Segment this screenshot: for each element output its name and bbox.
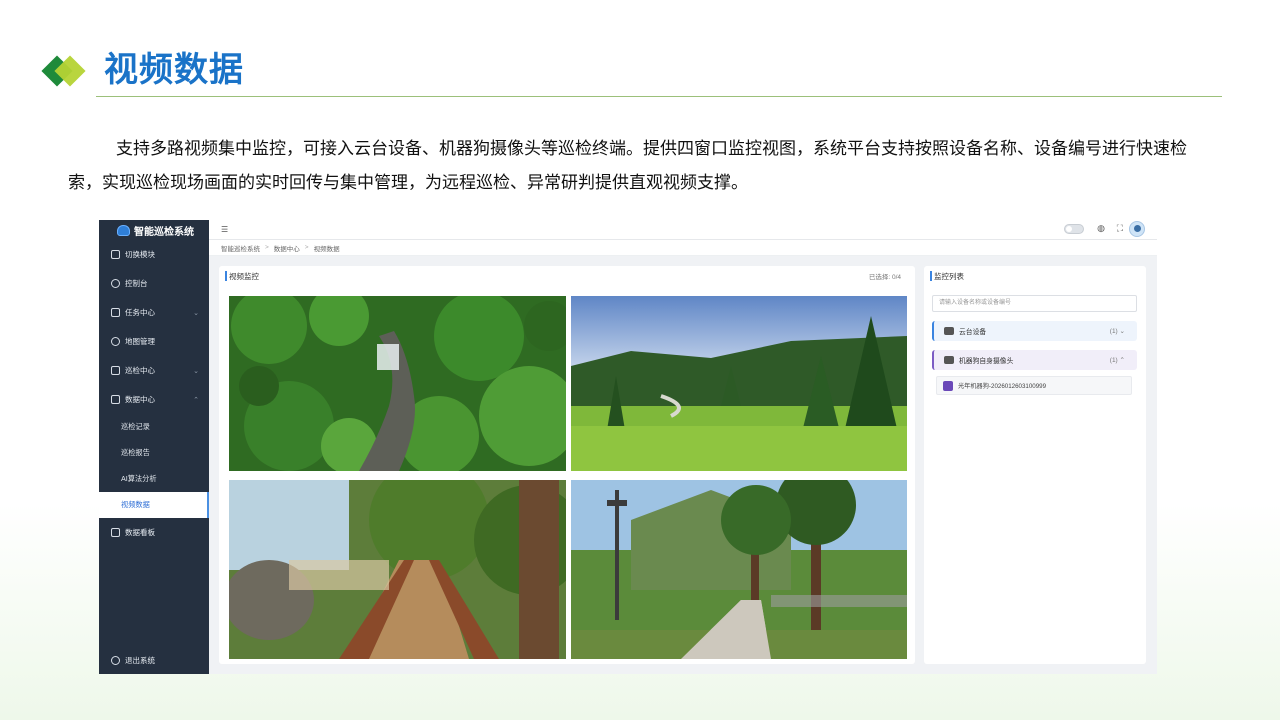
data-icon [111, 395, 120, 404]
camera-icon [944, 327, 954, 335]
group-robot-dog-cameras[interactable]: 机器狗自身摄像头 (1) ⌃ [932, 350, 1137, 370]
sidebar: 智能巡检系统 切换模块 控制台 任务中心 ⌄ 地图管理 巡检中心 ⌄ 数据中心 … [99, 220, 209, 674]
breadcrumb-separator: > [304, 244, 309, 251]
monitor-list-panel: 监控列表 请输入设备名称或设备编号 云台设备 (1) ⌄ 机器狗自身摄像头 (1… [924, 266, 1146, 664]
sidebar-item-map[interactable]: 地图管理 [99, 327, 209, 356]
breadcrumb-separator: > [265, 244, 269, 251]
brand: 智能巡检系统 [99, 220, 209, 240]
fullscreen-icon[interactable]: ⛶ [1117, 223, 1123, 234]
selected-count: 已选择: 0/4 [868, 274, 901, 281]
sidebar-item-label: 任务中心 [125, 308, 155, 317]
avatar[interactable] [1129, 221, 1145, 237]
menu-toggle-icon[interactable]: ☰ [221, 225, 228, 234]
video-feed-3[interactable] [229, 480, 566, 659]
globe-icon[interactable]: ◍ [1097, 223, 1105, 234]
breadcrumb-item[interactable]: 数据中心 [274, 243, 300, 253]
board-icon [111, 528, 120, 537]
logout-label: 退出系统 [125, 656, 155, 665]
park-path-image [571, 480, 907, 659]
inspection-icon [111, 366, 120, 375]
device-name: 光年机器狗-2026012603100999 [958, 383, 1047, 390]
chevron-up-icon: ⌃ [193, 396, 199, 404]
sidebar-item-label: 数据看板 [125, 528, 155, 537]
power-icon [111, 656, 120, 665]
group-ptz-devices[interactable]: 云台设备 (1) ⌄ [932, 321, 1137, 341]
sidebar-item-data-board[interactable]: 数据看板 [99, 518, 209, 547]
task-icon [111, 308, 120, 317]
app-screenshot: 智能巡检系统 切换模块 控制台 任务中心 ⌄ 地图管理 巡检中心 ⌄ 数据中心 … [99, 220, 1157, 674]
group-count: (1) ⌄ [1109, 328, 1125, 335]
group-label: 机器狗自身摄像头 [959, 358, 1014, 365]
sidebar-item-console[interactable]: 控制台 [99, 269, 209, 298]
sidebar-item-switch-module[interactable]: 切换模块 [99, 240, 209, 269]
sidebar-subitem-ai-analysis[interactable]: AI算法分析 [99, 466, 209, 492]
panel-header: 视频监控 已选择: 0/4 [219, 266, 915, 286]
title-divider [96, 96, 1222, 97]
map-icon [111, 337, 120, 346]
breadcrumb-item: 视频数据 [313, 245, 340, 253]
sidebar-subitem-inspection-records[interactable]: 巡检记录 [99, 414, 209, 440]
top-bar: ☰ ◍ ⛶ [209, 220, 1157, 240]
grid-icon [111, 250, 120, 259]
chevron-up-icon: ⌃ [1119, 357, 1125, 364]
video-feed-2[interactable] [571, 296, 907, 471]
video-device-icon [943, 380, 953, 391]
search-placeholder: 请输入设备名称或设备编号 [939, 300, 1012, 306]
logout-button[interactable]: 退出系统 [111, 655, 155, 666]
dashboard-icon [111, 279, 120, 288]
breadcrumb: 智能巡检系统 > 数据中心 > 视频数据 [209, 240, 1157, 256]
sidebar-subitem-video-data[interactable]: 视频数据 [99, 492, 209, 518]
forest-aerial-image [229, 296, 566, 471]
video-feed-1[interactable] [229, 296, 566, 471]
sidebar-item-label: 巡检中心 [125, 366, 155, 375]
sidebar-item-task-center[interactable]: 任务中心 ⌄ [99, 298, 209, 327]
sidebar-item-label: 控制台 [125, 279, 148, 288]
meadow-forest-image [571, 296, 907, 471]
brand-logo-icon [117, 224, 130, 236]
boardwalk-image [229, 480, 566, 659]
video-monitor-panel: 视频监控 已选择: 0/4 [219, 266, 915, 664]
sidebar-item-data-center[interactable]: 数据中心 ⌃ [99, 385, 209, 414]
chevron-down-icon: ⌄ [193, 367, 199, 375]
brand-name: 智能巡检系统 [134, 226, 194, 238]
sidebar-item-label: 数据中心 [125, 395, 155, 404]
sidebar-item-inspection[interactable]: 巡检中心 ⌄ [99, 356, 209, 385]
breadcrumb-item[interactable]: 智能巡检系统 [221, 243, 260, 253]
panel-title: 视频监控 [229, 271, 259, 281]
video-grid [229, 296, 907, 660]
video-feed-4[interactable] [571, 480, 907, 659]
group-label: 云台设备 [959, 329, 987, 336]
sidebar-item-label: 地图管理 [125, 337, 155, 346]
panel-header: 监控列表 [924, 266, 1146, 286]
chevron-down-icon: ⌄ [1119, 328, 1125, 335]
group-count: (1) ⌃ [1109, 357, 1125, 364]
theme-toggle[interactable] [1064, 224, 1084, 234]
device-search-input[interactable]: 请输入设备名称或设备编号 [932, 295, 1137, 312]
sidebar-item-label: 切换模块 [125, 250, 155, 259]
sidebar-subitem-inspection-report[interactable]: 巡检报告 [99, 440, 209, 466]
robot-dog-icon [944, 356, 954, 364]
device-item[interactable]: 光年机器狗-2026012603100999 [936, 376, 1132, 395]
slide-description: 支持多路视频集中监控，可接入云台设备、机器狗摄像头等巡检终端。提供四窗口监控视图… [68, 139, 1187, 193]
slide-title: 视频数据 [104, 50, 244, 90]
chevron-down-icon: ⌄ [193, 309, 199, 317]
panel-title: 监控列表 [934, 271, 964, 281]
